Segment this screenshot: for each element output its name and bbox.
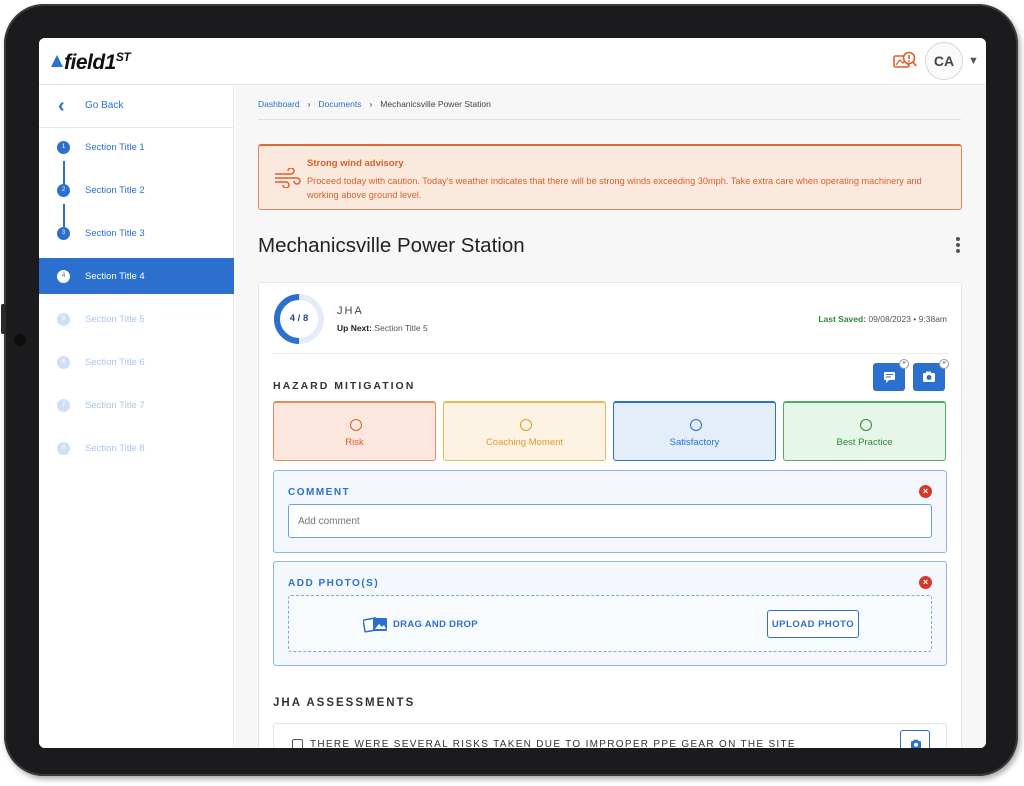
divider (258, 119, 961, 120)
main-content: Dashboard › Documents › Mechanicsville Power… (235, 86, 986, 748)
assessment-text: THERE WERE SEVERAL RISKS TAKEN DUE TO IM… (310, 739, 796, 748)
weather-alert-icon[interactable] (893, 51, 917, 71)
volume-button (1, 304, 6, 334)
sidebar-item-label: Section Title 5 (85, 314, 145, 325)
photo-dropzone[interactable]: DRAG AND DROP UPLOAD PHOTO (288, 595, 932, 652)
sidebar-item-label: Section Title 2 (85, 185, 145, 196)
jha-card: 4 / 8 JHA Up Next: Section Title 5 Last … (258, 282, 962, 748)
top-bar: field1ST CA ▼ (39, 38, 986, 85)
step-dot: 7 (57, 399, 70, 412)
option-label: Satisfactory (669, 437, 720, 448)
hazard-mitigation-title: HAZARD MITIGATION (273, 380, 416, 392)
radio-icon (860, 419, 872, 431)
up-next-value: Section Title 5 (374, 323, 428, 333)
option-best-practice[interactable]: Best Practice (783, 401, 946, 461)
go-back-label: Go Back (85, 100, 124, 111)
up-next: Up Next: Section Title 5 (337, 323, 428, 333)
tablet-frame: field1ST CA ▼ ‹ Go Back 1 Section Title … (1, 4, 1018, 776)
comment-title: COMMENT (288, 487, 351, 498)
last-saved-value: 09/08/2023 • 9:38am (868, 314, 947, 324)
jha-assessments-title: JHA ASSESSMENTS (273, 697, 416, 709)
sidebar-item-section-3[interactable]: 3 Section Title 3 (39, 215, 234, 251)
more-options-icon[interactable] (953, 236, 963, 256)
front-camera (14, 334, 26, 346)
upload-photo-button[interactable]: UPLOAD PHOTO (767, 610, 859, 638)
avatar[interactable]: CA (925, 42, 963, 80)
drag-and-drop-label: DRAG AND DROP (393, 619, 478, 630)
option-label: Best Practice (836, 437, 893, 448)
close-icon[interactable]: × (919, 485, 932, 498)
sidebar-item-section-7[interactable]: 7 Section Title 7 (39, 387, 234, 423)
app-logo[interactable]: field1ST (51, 50, 131, 75)
sidebar-item-label: Section Title 6 (85, 357, 145, 368)
last-saved: Last Saved: 09/08/2023 • 9:38am (818, 314, 947, 324)
radio-icon (350, 419, 362, 431)
chevron-right-icon: › (369, 99, 373, 109)
radio-icon (690, 419, 702, 431)
chevron-right-icon: › (307, 99, 311, 109)
jha-name: JHA (337, 305, 364, 317)
breadcrumb-current: Mechanicsville Power Station (380, 99, 491, 109)
last-saved-label: Last Saved: (818, 314, 867, 324)
sidebar-item-section-6[interactable]: 6 Section Title 6 (39, 344, 234, 380)
sidebar-item-section-2[interactable]: 2 Section Title 2 (39, 172, 234, 208)
chevron-left-icon: ‹ (58, 95, 65, 117)
add-photos-title: ADD PHOTO(S) (288, 578, 380, 589)
sidebar-item-label: Section Title 1 (85, 142, 145, 153)
breadcrumb-documents[interactable]: Documents (318, 99, 361, 109)
wind-icon (275, 168, 301, 188)
option-coaching-moment[interactable]: Coaching Moment (443, 401, 606, 461)
assessment-photo-button[interactable] (900, 730, 930, 748)
sidebar-item-label: Section Title 4 (85, 271, 145, 282)
step-dot: 2 (57, 184, 70, 197)
close-icon[interactable]: × (939, 359, 949, 369)
sidebar-item-label: Section Title 7 (85, 400, 145, 411)
sidebar: ‹ Go Back 1 Section Title 1 2 Section Ti… (39, 86, 234, 748)
up-next-label: Up Next: (337, 323, 372, 333)
images-icon (363, 617, 387, 633)
camera-icon (911, 739, 921, 748)
option-label: Risk (345, 437, 364, 448)
comment-section: COMMENT × (273, 470, 947, 553)
checkbox[interactable] (292, 739, 303, 748)
divider (273, 353, 949, 354)
sidebar-item-label: Section Title 8 (85, 443, 145, 454)
option-label: Coaching Moment (485, 437, 564, 448)
go-back-link[interactable]: ‹ Go Back (39, 86, 234, 128)
close-icon[interactable]: × (919, 576, 932, 589)
sidebar-item-label: Section Title 3 (85, 228, 145, 239)
radio-icon (520, 419, 532, 431)
advisory-title: Strong wind advisory (307, 158, 404, 169)
step-dot: 4 (57, 270, 70, 283)
weather-advisory-banner: Strong wind advisory Proceed today with … (258, 144, 962, 210)
page-title: Mechanicsville Power Station (258, 234, 525, 257)
step-dot: 5 (57, 313, 70, 326)
option-satisfactory[interactable]: Satisfactory (613, 401, 776, 461)
add-photos-section: ADD PHOTO(S) × DRAG AND DROP UPLOAD PHOT… (273, 561, 947, 666)
breadcrumb-dashboard[interactable]: Dashboard (258, 99, 300, 109)
add-photo-button[interactable]: × (913, 359, 949, 391)
step-dot: 3 (57, 227, 70, 240)
comment-input[interactable] (288, 504, 932, 538)
sidebar-item-section-4[interactable]: 4 Section Title 4 (39, 258, 234, 294)
close-icon[interactable]: × (899, 359, 909, 369)
option-risk[interactable]: Risk (273, 401, 436, 461)
chevron-down-icon[interactable]: ▼ (968, 55, 979, 67)
sidebar-item-section-5[interactable]: 5 Section Title 5 (39, 301, 234, 337)
sidebar-item-section-8[interactable]: 8 Section Title 8 (39, 430, 234, 466)
app-screen: field1ST CA ▼ ‹ Go Back 1 Section Title … (39, 38, 986, 748)
breadcrumb: Dashboard › Documents › Mechanicsville Power… (258, 99, 491, 109)
step-dot: 1 (57, 141, 70, 154)
advisory-body: Proceed today with caution. Today's weat… (307, 176, 922, 200)
assessment-row: THERE WERE SEVERAL RISKS TAKEN DUE TO IM… (273, 723, 947, 748)
step-dot: 6 (57, 356, 70, 369)
sidebar-item-section-1[interactable]: 1 Section Title 1 (39, 129, 234, 165)
progress-label: 4 / 8 (289, 313, 309, 324)
add-comment-button[interactable]: × (873, 359, 909, 391)
step-dot: 8 (57, 442, 70, 455)
